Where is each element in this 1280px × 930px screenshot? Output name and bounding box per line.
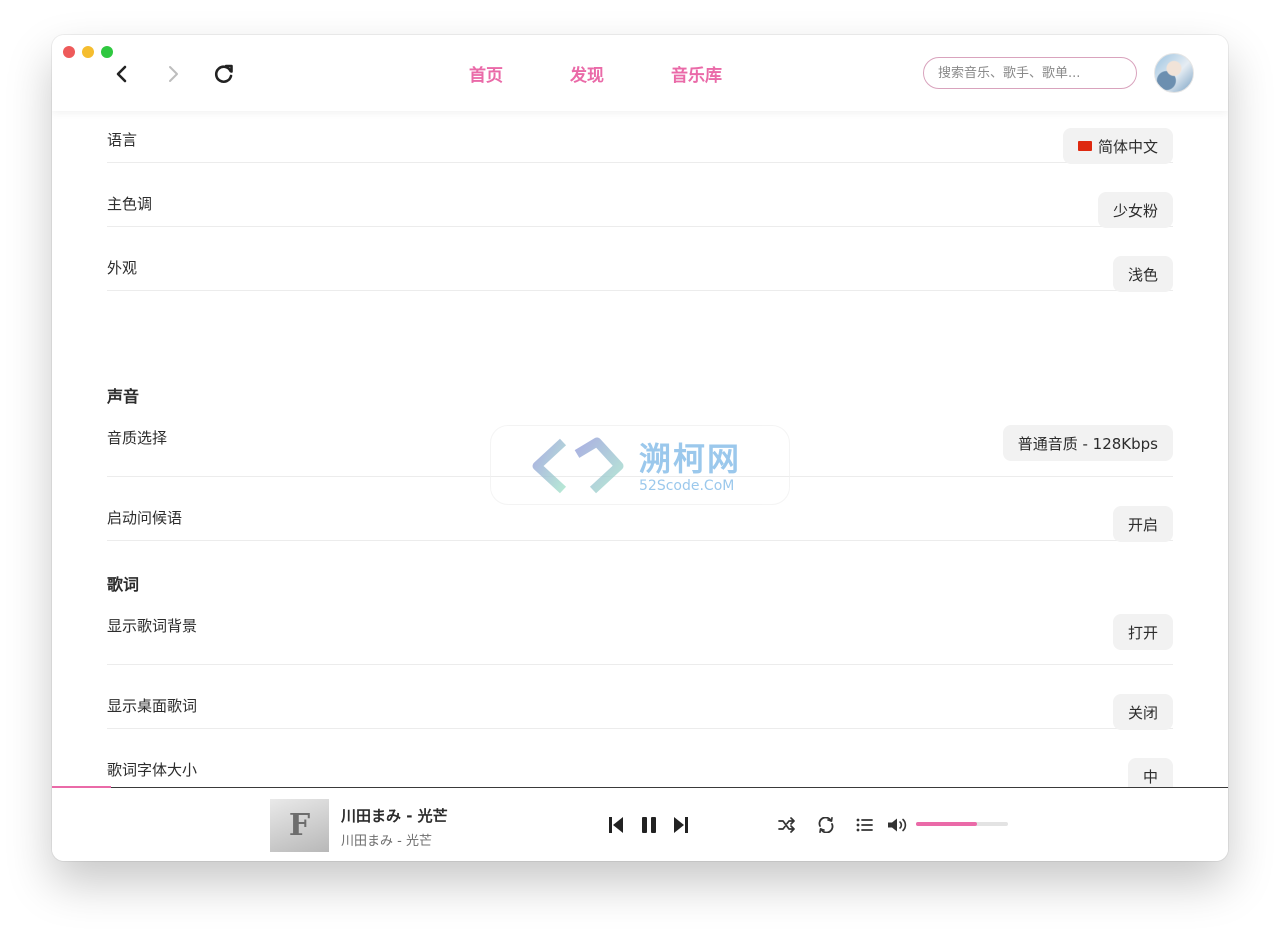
setting-row-lyrics-font-size: 歌词字体大小 中	[107, 729, 1173, 794]
maximize-window-button[interactable]	[101, 46, 113, 58]
watermark: 溯柯网 52Scode.CoM	[490, 425, 790, 505]
language-label: 语言	[107, 131, 138, 149]
volume-slider[interactable]	[916, 822, 1008, 826]
lyrics-bg-toggle[interactable]: 打开	[1112, 614, 1173, 650]
window-controls	[63, 46, 113, 58]
top-navbar: 首页 发现 音乐库	[52, 35, 1228, 111]
quality-label: 音质选择	[107, 429, 168, 447]
next-button[interactable]	[672, 815, 690, 835]
minimize-window-button[interactable]	[82, 46, 94, 58]
tab-explore[interactable]: 发现	[570, 61, 604, 86]
setting-row-theme-color: 主色调 少女粉	[107, 163, 1173, 228]
refresh-button[interactable]	[207, 57, 241, 91]
theme-color-label: 主色调	[107, 195, 153, 213]
forward-button[interactable]	[156, 57, 190, 91]
skip-next-icon	[674, 817, 688, 833]
tab-library[interactable]: 音乐库	[671, 61, 722, 86]
app-window: 首页 发现 音乐库 语言 简体中文 主色调 少女粉 外观 浅色 声音 音质选择 …	[52, 35, 1228, 861]
language-value: 简体中文	[1097, 137, 1158, 156]
shuffle-button[interactable]	[778, 817, 796, 833]
chevron-left-icon	[116, 65, 127, 83]
tab-home[interactable]: 首页	[469, 61, 503, 86]
watermark-logo-icon	[532, 437, 624, 494]
close-window-button[interactable]	[63, 46, 75, 58]
setting-row-lyrics-bg: 显示歌词背景 打开	[107, 537, 1173, 665]
china-flag-icon	[1077, 141, 1092, 151]
skip-previous-icon	[609, 817, 623, 833]
lyrics-font-size-label: 歌词字体大小	[107, 761, 198, 779]
player-bar: F 川田まみ - 光芒 川田まみ - 光芒	[52, 786, 1228, 861]
repeat-button[interactable]	[817, 817, 835, 833]
back-button[interactable]	[105, 57, 139, 91]
chevron-right-icon	[169, 66, 178, 82]
quality-select[interactable]: 普通音质 - 128Kbps	[1002, 425, 1173, 461]
playlist-button[interactable]	[856, 817, 874, 833]
album-cover[interactable]: F	[270, 799, 329, 852]
setting-row-desktop-lyrics: 显示桌面歌词 关闭	[107, 665, 1173, 730]
song-title[interactable]: 川田まみ - 光芒	[341, 805, 448, 826]
volume-level	[916, 822, 977, 826]
volume-button[interactable]	[887, 817, 909, 833]
lyrics-bg-label: 显示歌词背景	[107, 617, 198, 635]
language-select[interactable]: 简体中文	[1062, 128, 1173, 164]
list-icon	[856, 818, 873, 832]
album-cover-letter: F	[288, 808, 311, 843]
theme-color-select[interactable]: 少女粉	[1097, 192, 1173, 228]
refresh-icon	[214, 64, 233, 83]
appearance-select[interactable]: 浅色	[1112, 256, 1173, 292]
desktop-lyrics-label: 显示桌面歌词	[107, 697, 198, 715]
watermark-subtext: 52Scode.CoM	[639, 478, 735, 494]
appearance-label: 外观	[107, 259, 138, 277]
previous-button[interactable]	[607, 815, 625, 835]
pause-icon	[642, 817, 656, 833]
search-input[interactable]	[923, 57, 1137, 89]
repeat-icon	[818, 817, 834, 833]
volume-icon	[888, 818, 907, 832]
song-artist[interactable]: 川田まみ - 光芒	[341, 830, 432, 849]
pause-button[interactable]	[640, 815, 658, 835]
setting-row-appearance: 外观 浅色	[107, 227, 1173, 292]
avatar[interactable]	[1154, 53, 1194, 93]
desktop-lyrics-toggle[interactable]: 关闭	[1112, 694, 1173, 730]
greeting-label: 启动问候语	[107, 509, 183, 527]
watermark-text: 溯柯网	[639, 440, 742, 478]
playback-progress[interactable]	[52, 786, 111, 788]
shuffle-icon	[778, 817, 795, 833]
